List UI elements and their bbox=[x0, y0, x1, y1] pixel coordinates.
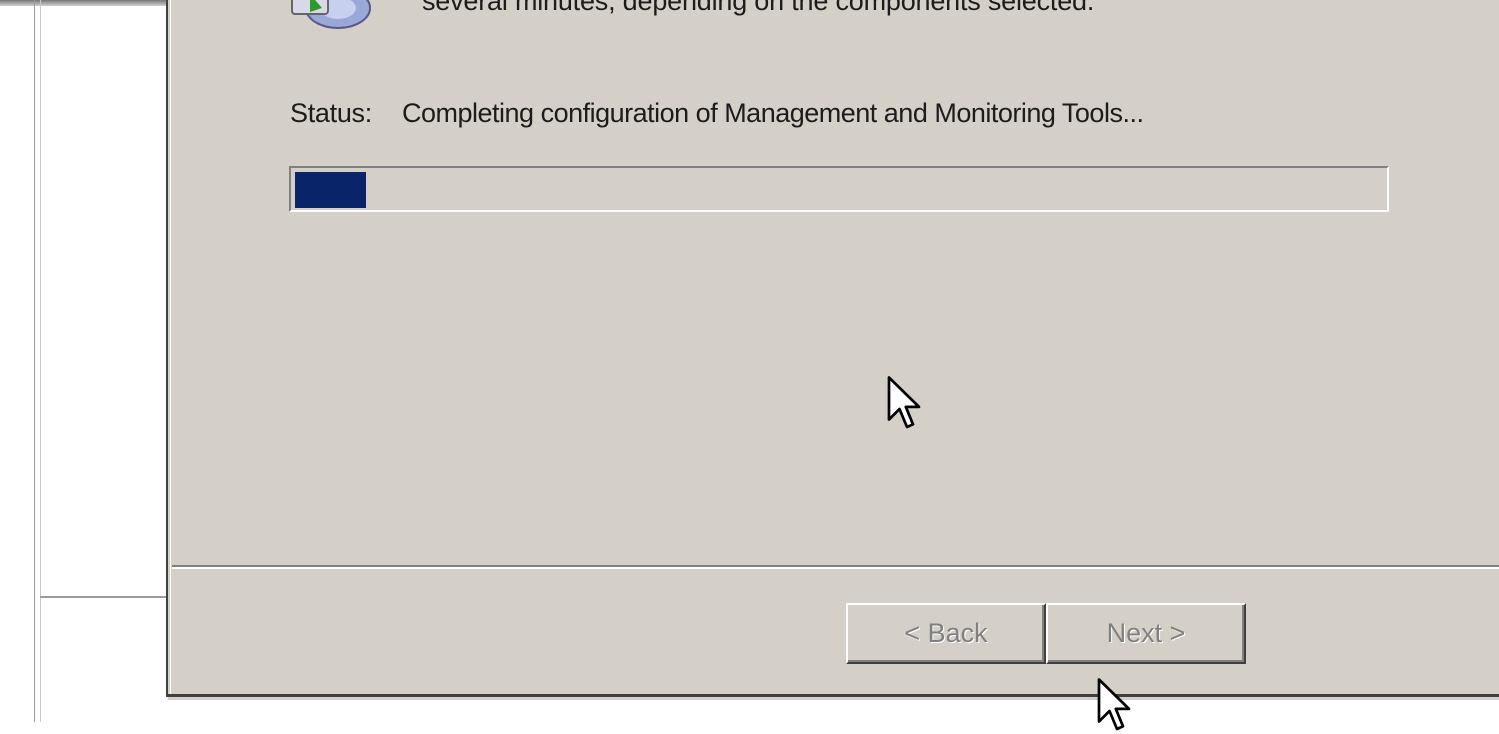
dialog-border bbox=[170, 0, 171, 694]
next-button-label: Next > bbox=[1106, 618, 1186, 648]
dialog-border bbox=[166, 694, 1499, 697]
next-button[interactable]: Next > bbox=[1046, 603, 1246, 664]
status-text: Completing configuration of Management a… bbox=[402, 98, 1144, 128]
progress-bar bbox=[289, 166, 1389, 212]
setup-disk-icon bbox=[291, 0, 371, 29]
dialog-border bbox=[166, 0, 168, 697]
frame-line bbox=[40, 0, 41, 722]
progress-bar-fill bbox=[295, 172, 366, 208]
status-label: Status: bbox=[290, 98, 372, 128]
frame-line bbox=[34, 0, 35, 722]
mouse-pointer-icon bbox=[887, 376, 921, 429]
back-button[interactable]: < Back bbox=[846, 603, 1046, 664]
mouse-pointer-icon bbox=[1097, 678, 1131, 731]
button-separator bbox=[172, 565, 1499, 569]
intro-text: several minutes, depending on the compon… bbox=[422, 0, 1095, 16]
back-button-label: < Back bbox=[904, 618, 988, 648]
frame-divider bbox=[40, 596, 168, 598]
